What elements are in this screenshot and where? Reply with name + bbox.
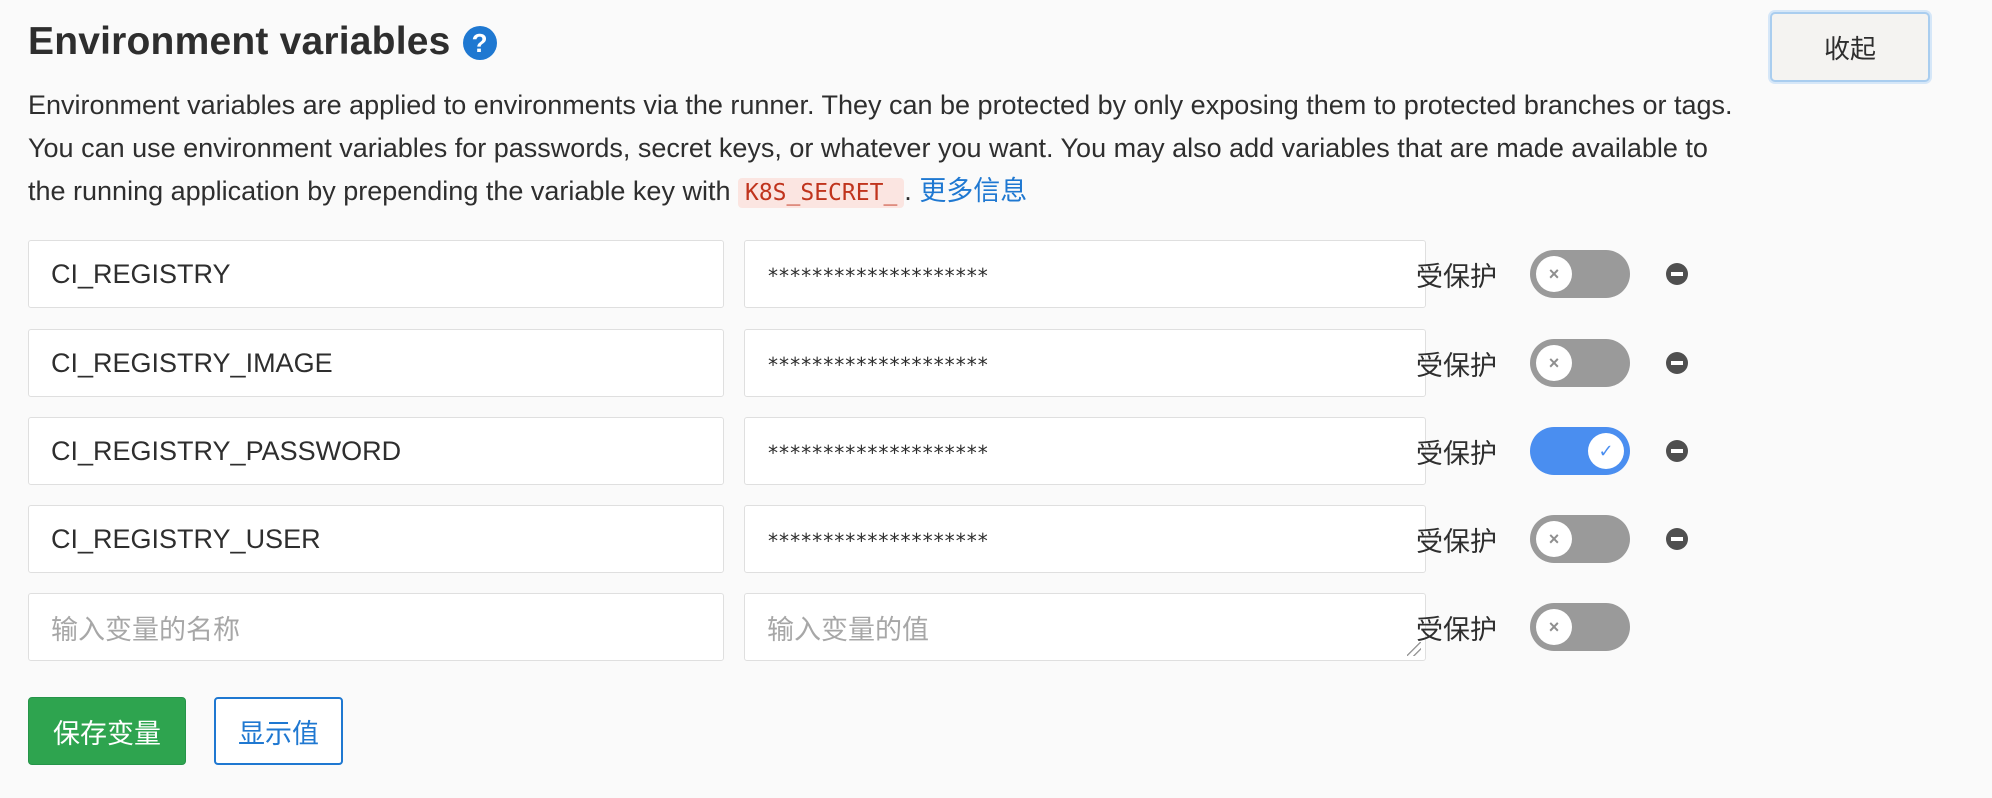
remove-variable-icon[interactable] [1666,440,1688,462]
toggle-off-icon: × [1536,256,1572,292]
remove-variable-icon[interactable] [1666,263,1688,285]
section-header: Environment variables ? [28,14,497,70]
variable-key-input[interactable]: CI_REGISTRY_IMAGE [28,329,724,397]
variable-key-input[interactable]: CI_REGISTRY_PASSWORD [28,417,724,485]
variable-value-text: ******************** [767,353,989,377]
toggle-on-check-icon: ✓ [1588,433,1624,469]
form-actions: 保存变量 显示值 [28,697,343,765]
protected-toggle[interactable]: × [1530,603,1630,651]
toggle-off-icon: × [1536,345,1572,381]
toggle-off-icon: × [1536,521,1572,557]
section-description: Environment variables are applied to env… [28,84,1748,215]
variable-key-text: CI_REGISTRY_PASSWORD [51,435,402,466]
reveal-values-button[interactable]: 显示值 [214,697,343,765]
new-variable-row: 输入变量的名称 输入变量的值 受保护 × [28,593,1748,661]
variable-row: CI_REGISTRY ******************** 受保护 × [28,240,1748,308]
key-placeholder: 输入变量的名称 [51,614,240,645]
variable-key-text: CI_REGISTRY_IMAGE [51,347,333,378]
variable-value-input[interactable]: ******************** [744,240,1426,308]
variable-value-text: ******************** [767,441,989,465]
protected-toggle[interactable]: × [1530,250,1630,298]
protected-label: 受保护 [1416,261,1497,292]
collapse-button[interactable]: 收起 [1770,12,1930,82]
variable-key-text: CI_REGISTRY_USER [51,523,321,554]
remove-variable-icon[interactable] [1666,528,1688,550]
variable-key-input[interactable]: CI_REGISTRY_USER [28,505,724,573]
protected-label: 受保护 [1416,614,1497,645]
protected-label: 受保护 [1416,350,1497,381]
save-variables-button[interactable]: 保存变量 [28,697,186,765]
variable-row: CI_REGISTRY_USER ******************** 受保… [28,505,1748,573]
protected-label: 受保护 [1416,438,1497,469]
variable-value-text: ******************** [767,529,989,553]
protected-toggle[interactable]: ✓ [1530,427,1630,475]
variable-value-input[interactable]: ******************** [744,417,1426,485]
k8s-secret-code: K8S_SECRET_ [737,178,905,208]
variable-row: CI_REGISTRY_PASSWORD *******************… [28,417,1748,485]
page-title: Environment variables [28,20,451,63]
variable-value-text: ******************** [767,264,989,288]
toggle-off-icon: × [1536,609,1572,645]
protected-label: 受保护 [1416,526,1497,557]
variable-value-input[interactable]: ******************** [744,505,1426,573]
new-variable-value-textarea[interactable]: 输入变量的值 [744,593,1426,661]
help-icon[interactable]: ? [462,26,497,60]
protected-toggle[interactable]: × [1530,339,1630,387]
remove-variable-icon[interactable] [1666,352,1688,374]
description-text-after: . [904,176,920,206]
variable-value-input[interactable]: ******************** [744,329,1426,397]
variable-key-input[interactable]: CI_REGISTRY [28,240,724,308]
new-variable-key-input[interactable]: 输入变量的名称 [28,593,724,661]
value-placeholder: 输入变量的值 [767,614,929,645]
more-info-link[interactable]: 更多信息 [919,176,1027,206]
variable-key-text: CI_REGISTRY [51,258,231,289]
protected-toggle[interactable]: × [1530,515,1630,563]
variable-row: CI_REGISTRY_IMAGE ******************** 受… [28,329,1748,397]
